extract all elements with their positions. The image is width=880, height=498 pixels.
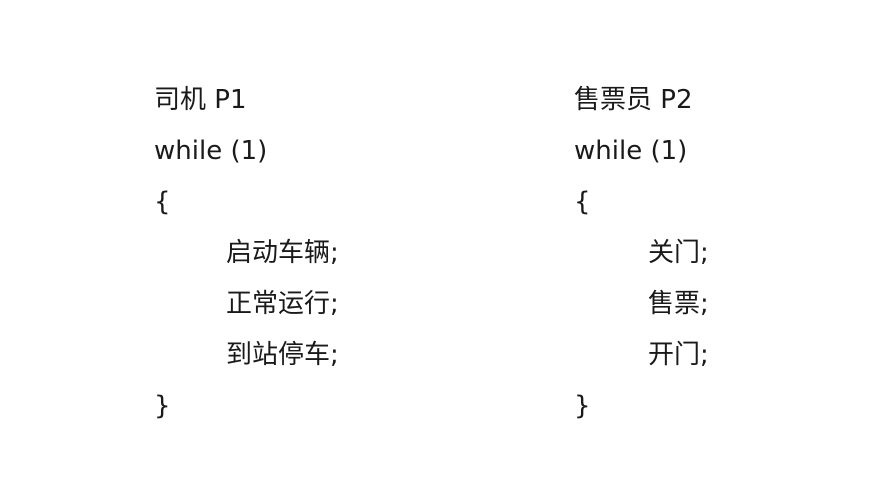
driver-open-brace: { [154, 187, 171, 217]
conductor-while-statement: while (1) [574, 136, 688, 166]
conductor-statement-1: 关门; [648, 238, 709, 268]
driver-while-statement: while (1) [154, 136, 268, 166]
conductor-close-brace: } [574, 391, 591, 421]
driver-statement-1: 启动车辆; [226, 238, 339, 268]
conductor-statement-3: 开门; [648, 340, 709, 370]
driver-statement-3: 到站停车; [226, 340, 339, 370]
driver-process-title: 司机 P1 [154, 85, 247, 115]
driver-statement-2: 正常运行; [226, 289, 339, 319]
driver-process-block: 司机 P1 while (1) { 启动车辆; 正常运行; 到站停车; } [154, 79, 339, 436]
conductor-process-title: 售票员 P2 [574, 85, 693, 115]
conductor-statement-2: 售票; [648, 289, 709, 319]
driver-close-brace: } [154, 391, 171, 421]
conductor-process-block: 售票员 P2 while (1) { 关门; 售票; 开门; } [574, 79, 709, 436]
conductor-open-brace: { [574, 187, 591, 217]
